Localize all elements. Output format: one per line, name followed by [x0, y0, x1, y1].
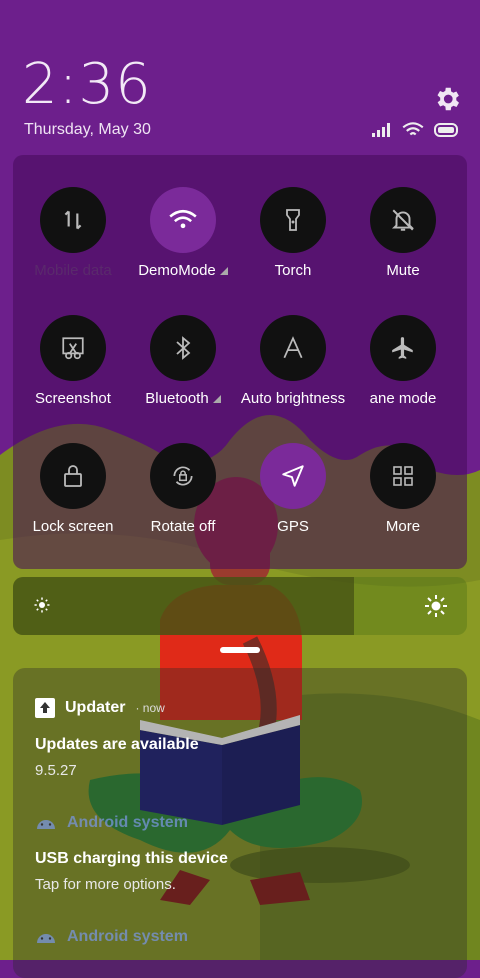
airplane-icon [370, 315, 436, 381]
tile-label: Rotate off [150, 518, 216, 535]
notification-title[interactable]: USB charging this device [35, 850, 228, 868]
tile-label: Mobile data [34, 262, 112, 279]
tile-label: ane mode [369, 390, 437, 407]
caret-icon [219, 267, 228, 276]
tile-mute[interactable]: Mute [348, 187, 458, 279]
date: Thursday, May 30 [24, 121, 151, 138]
notification-header: Updater · now [35, 698, 165, 718]
data-arrows-icon [40, 187, 106, 253]
notification-body: 9.5.27 [35, 762, 77, 779]
tile-label: Auto brightness [240, 390, 346, 407]
tile-mobile-data[interactable]: Mobile data [18, 187, 128, 279]
lock-icon [40, 443, 106, 509]
letter-a-icon [260, 315, 326, 381]
gear-icon[interactable] [432, 84, 462, 114]
battery-icon [434, 123, 458, 137]
tile-torch[interactable]: Torch [238, 187, 348, 279]
tile-airplane-mode[interactable]: ane mode [348, 315, 458, 407]
torch-icon [260, 187, 326, 253]
tile-rotate-off[interactable]: Rotate off [128, 443, 238, 535]
tile-auto-brightness[interactable]: Auto brightness [238, 315, 348, 407]
tile-label: Screenshot [35, 390, 111, 407]
android-icon [37, 820, 55, 829]
tile-gps[interactable]: GPS [238, 443, 348, 535]
tile-label: Torch [274, 262, 312, 279]
notification-time: now [142, 701, 165, 715]
bell-off-icon [370, 187, 436, 253]
updater-icon [35, 698, 55, 718]
grid-icon [370, 443, 436, 509]
notification-title[interactable]: Updates are available [35, 736, 199, 754]
notification-header: Android system [35, 928, 188, 946]
tile-label: Mute [386, 262, 420, 279]
brightness-slider[interactable] [13, 577, 467, 635]
clock: 2:36 [22, 52, 152, 117]
quick-settings-panel: Mobile data DemoMode Torch Mute Screensh… [13, 155, 467, 569]
tile-label: Bluetooth [145, 390, 209, 407]
brightness-low-icon [34, 597, 50, 613]
tile-label: More [385, 518, 421, 535]
tile-label: GPS [277, 518, 309, 535]
signal-icon [372, 123, 390, 137]
tile-label: Lock screen [32, 518, 114, 535]
bluetooth-icon [150, 315, 216, 381]
notification-app-name: Updater [65, 699, 126, 716]
navigation-icon [260, 443, 326, 509]
notification-panel: Updater · now Updates are available 9.5.… [13, 668, 467, 978]
tile-bluetooth[interactable]: Bluetooth [128, 315, 238, 407]
wifi-icon [402, 122, 424, 136]
tile-demomode[interactable]: DemoMode [128, 187, 238, 279]
system-status-icons [372, 122, 460, 138]
tile-lock-screen[interactable]: Lock screen [18, 443, 128, 535]
scissors-icon [40, 315, 106, 381]
notification-app-name: Android system [67, 928, 188, 945]
android-icon [37, 934, 55, 943]
wifi-icon [150, 187, 216, 253]
rotate-lock-icon [150, 443, 216, 509]
tile-screenshot[interactable]: Screenshot [18, 315, 128, 407]
tile-label: DemoMode [138, 262, 216, 279]
drag-handle[interactable] [220, 647, 260, 653]
notification-app-name: Android system [67, 814, 188, 831]
notification-header: Android system [35, 814, 188, 832]
brightness-slider-fill [13, 577, 354, 635]
caret-icon [212, 395, 221, 404]
notification-body: Tap for more options. [35, 876, 176, 893]
brightness-high-icon [425, 595, 447, 617]
tile-more[interactable]: More [348, 443, 458, 535]
